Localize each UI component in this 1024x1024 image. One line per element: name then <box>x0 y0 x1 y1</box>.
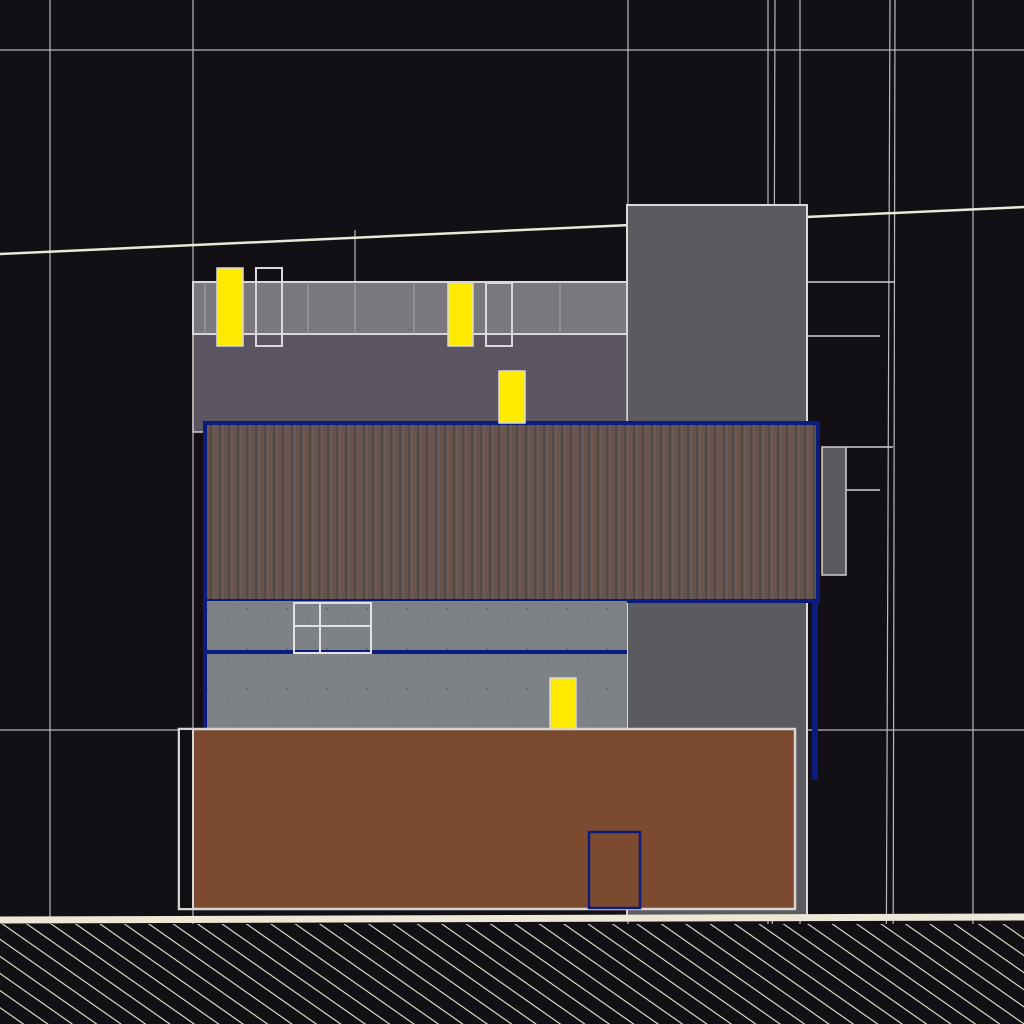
base-frame-left <box>178 728 194 910</box>
terracotta-base <box>177 727 797 911</box>
sloped-datum-line <box>0 205 1024 256</box>
ground-hatch <box>0 924 1024 1024</box>
window-3 <box>498 370 526 424</box>
side-annex <box>807 281 895 576</box>
window-1 <box>216 267 244 347</box>
elevation-drawing <box>0 0 1024 1024</box>
wood-cladding-band <box>203 421 820 603</box>
ground-line <box>0 913 1024 924</box>
window-2 <box>447 282 474 347</box>
window-4 <box>549 677 577 730</box>
parapet-band <box>192 281 628 335</box>
